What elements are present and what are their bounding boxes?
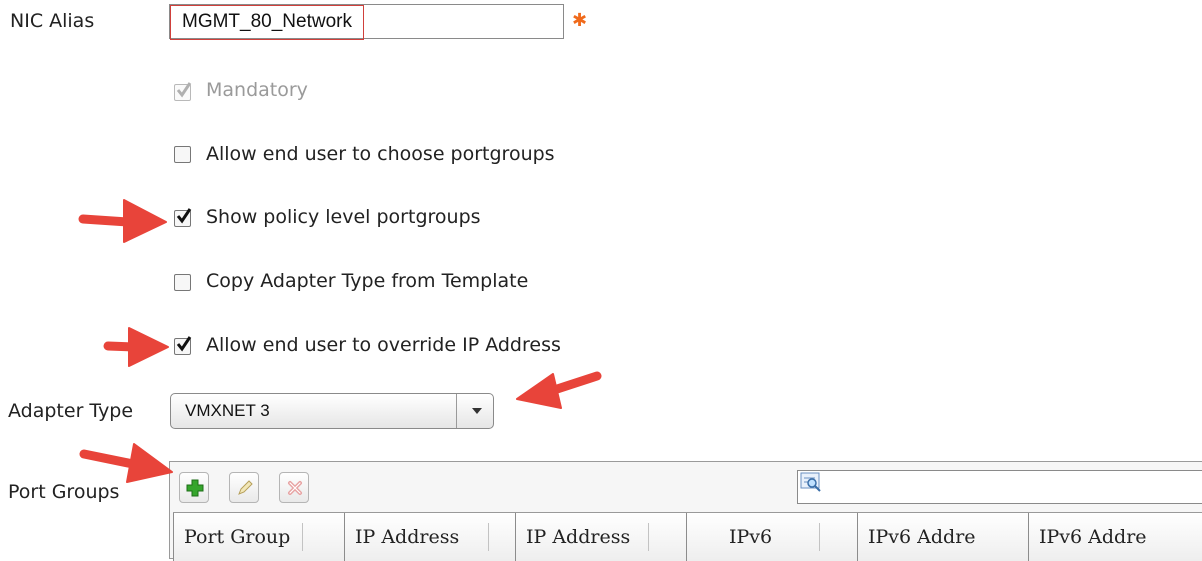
arrow-icon	[103, 327, 169, 367]
arrow-icon	[78, 199, 167, 243]
arrow-icon	[516, 371, 602, 409]
arrow-icon	[79, 443, 173, 483]
annotation-arrows	[78, 199, 602, 483]
